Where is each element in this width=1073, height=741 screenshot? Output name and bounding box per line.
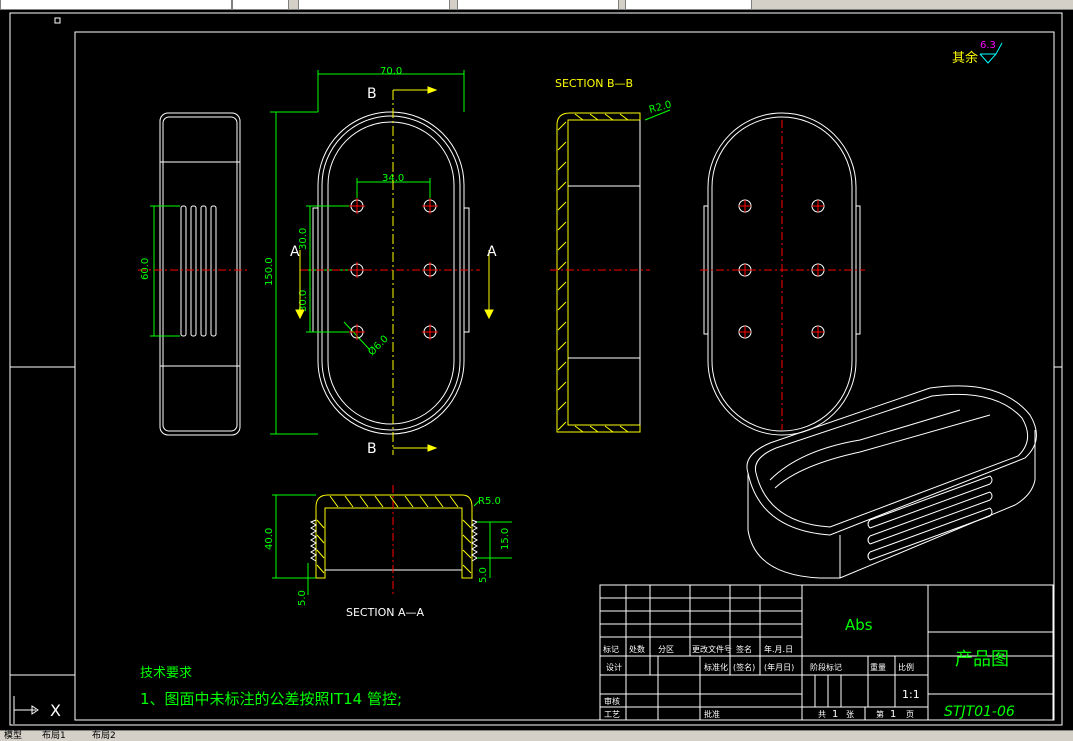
- side-view: [150, 112, 241, 436]
- title-name: 产品图: [955, 649, 1009, 670]
- svg-text:工艺: 工艺: [604, 710, 620, 719]
- svg-text:标准化: 标准化: [704, 662, 728, 672]
- dim-hole-dia: Ø6.0: [366, 333, 391, 358]
- svg-text:第: 第: [876, 709, 884, 719]
- toolbar-field[interactable]: [0, 0, 232, 9]
- svg-text:(年月日): (年月日): [764, 662, 794, 672]
- label-a-left: A: [290, 244, 300, 260]
- section-bb-view: [556, 109, 671, 433]
- dim-150: 150.0: [264, 257, 275, 286]
- svg-text:阶段标记: 阶段标记: [810, 662, 842, 672]
- svg-text:批准: 批准: [704, 709, 720, 719]
- layer-dropdown[interactable]: [298, 0, 450, 9]
- svg-text:页: 页: [906, 710, 914, 719]
- drawing-canvas[interactable]: 其余 6.3 60.0 70.0 150.0 34.0 30.0 30.0 Ø6…: [0, 10, 1073, 730]
- ucs-icon: X: [13, 696, 61, 724]
- section-bb-title: SECTION B—B: [555, 77, 633, 90]
- layer-icons[interactable]: [232, 0, 289, 9]
- section-aa-title: SECTION A—A: [346, 606, 424, 619]
- svg-text:比例: 比例: [898, 662, 914, 672]
- color-dropdown[interactable]: [457, 0, 619, 9]
- label-b-bottom: B: [367, 441, 377, 457]
- drawing-frame: [9, 12, 1063, 726]
- svg-text:X: X: [50, 701, 61, 720]
- svg-text:设计: 设计: [606, 662, 622, 672]
- svg-text:审核: 审核: [604, 696, 620, 706]
- cut-line-aa: [295, 86, 494, 452]
- svg-text:共: 共: [818, 710, 826, 719]
- isometric-view: [746, 385, 1037, 579]
- notes-title: 技术要求: [140, 666, 192, 681]
- svg-text:签名: 签名: [736, 644, 752, 654]
- label-b-top: B: [367, 86, 377, 102]
- toolbar: [0, 0, 1073, 10]
- svg-text:年.月.日: 年.月.日: [764, 644, 793, 654]
- title-material: Abs: [845, 616, 873, 634]
- dim-40: 40.0: [264, 528, 275, 550]
- notes-line1: 1、图面中未标注的公差按照IT14 管控;: [140, 690, 402, 708]
- svg-text:更改文件号: 更改文件号: [692, 644, 732, 654]
- dim-30a: 30.0: [298, 228, 309, 250]
- bottom-view-centerlines: [700, 120, 865, 430]
- roughness-value: 6.3: [980, 40, 996, 51]
- svg-text:分区: 分区: [658, 645, 674, 654]
- bottom-view: [703, 112, 861, 436]
- svg-text:重量: 重量: [870, 662, 886, 672]
- dim-15: 15.0: [500, 528, 511, 550]
- svg-text:处数: 处数: [629, 644, 645, 654]
- title-code: STJT01-06: [944, 704, 1015, 720]
- svg-text:1: 1: [832, 709, 838, 720]
- frame-mark-icon: [54, 17, 61, 24]
- linetype-dropdown[interactable]: [625, 0, 752, 9]
- dim-5a: 5.0: [478, 567, 489, 583]
- dim-r5: R5.0: [478, 496, 501, 507]
- dim-5b: 5.0: [297, 590, 308, 606]
- dim-60: 60.0: [140, 258, 151, 280]
- title-scale: 1:1: [902, 688, 920, 701]
- label-a-right: A: [487, 244, 497, 260]
- roughness-note: 其余 6.3: [952, 40, 1003, 66]
- roughness-prefix: 其余: [952, 50, 978, 66]
- svg-text:(签名): (签名): [733, 662, 755, 672]
- top-view: [312, 111, 470, 435]
- svg-text:标记: 标记: [603, 644, 619, 654]
- svg-text:张: 张: [846, 710, 854, 719]
- dim-70: 70.0: [380, 66, 402, 77]
- svg-text:1: 1: [890, 709, 896, 720]
- layout-tabs: 模型 布局1 布局2: [0, 730, 1073, 741]
- section-aa-view: [272, 494, 512, 595]
